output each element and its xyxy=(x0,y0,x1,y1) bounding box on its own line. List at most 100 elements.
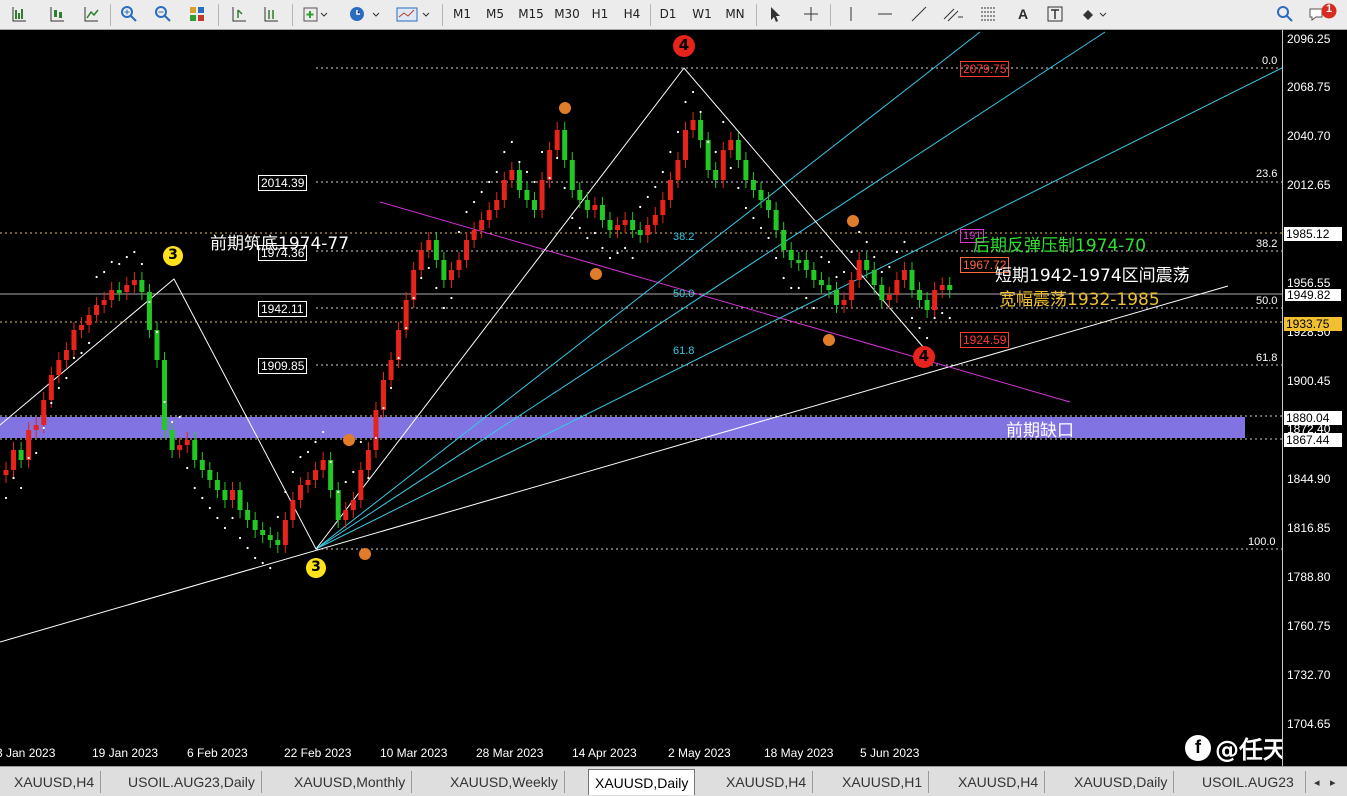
time-label: 28 Mar 2023 xyxy=(476,746,544,760)
tab-usoil-daily[interactable]: USOIL.AUG23,Daily xyxy=(122,771,262,793)
zoom-in-icon[interactable] xyxy=(118,3,140,25)
time-label: 2 May 2023 xyxy=(668,746,731,760)
candle-body xyxy=(426,240,432,250)
tab-xauusd-h4-3[interactable]: XAUUSD,H4 xyxy=(952,771,1046,793)
candlestick-icon[interactable] xyxy=(46,3,68,25)
candle-body xyxy=(297,485,303,500)
sar-dot xyxy=(473,200,476,204)
timeframe-m5[interactable]: M5 xyxy=(481,5,509,23)
sar-dot xyxy=(707,140,710,144)
tab-xauusd-h4[interactable]: XAUUSD,H4 xyxy=(8,771,102,793)
sar-dot xyxy=(412,296,415,300)
timeframe-m15[interactable]: M15 xyxy=(514,5,548,23)
tab-xauusd-daily-2[interactable]: XAUUSD,Daily xyxy=(1068,771,1175,793)
cursor-icon[interactable] xyxy=(764,3,786,25)
tile-windows-icon[interactable] xyxy=(186,3,208,25)
tab-scroll-left-icon[interactable]: ◂ xyxy=(1308,771,1326,793)
candle-body xyxy=(539,180,545,210)
horizontal-line-icon[interactable] xyxy=(874,3,896,25)
fib-236-label: 23.6 xyxy=(1256,168,1278,180)
line-chart-icon[interactable] xyxy=(80,3,102,25)
fib-50-label: 50.0 xyxy=(1256,295,1278,307)
sar-dot xyxy=(578,226,581,230)
sar-dot xyxy=(842,270,846,274)
time-label: 3 Jan 2023 xyxy=(0,746,56,760)
candle-body xyxy=(486,210,492,220)
crosshair-icon[interactable] xyxy=(800,3,822,25)
tab-usoil-2[interactable]: USOIL.AUG23 xyxy=(1196,771,1306,793)
tab-xauusd-weekly[interactable]: XAUUSD,Weekly xyxy=(444,771,565,793)
arrows-icon[interactable] xyxy=(1078,3,1110,25)
candle-body xyxy=(275,540,281,545)
tab-xauusd-daily[interactable]: XAUUSD,Daily xyxy=(588,769,696,795)
fibonacci-icon[interactable] xyxy=(976,3,1002,25)
autoscroll-icon[interactable] xyxy=(260,3,282,25)
chart-area[interactable]: 3 3 4 4 2014.39 1974.36 1942.11 1909.85 … xyxy=(0,30,1311,766)
candle-body xyxy=(343,510,349,520)
wave-3-bottom-label: 3 xyxy=(311,559,321,575)
search-icon[interactable] xyxy=(1274,3,1296,25)
sar-dot xyxy=(186,466,189,470)
notifications-icon[interactable]: 1 xyxy=(1306,3,1340,25)
indicators-icon[interactable] xyxy=(300,3,330,25)
time-label: 19 Jan 2023 xyxy=(92,746,159,760)
bar-chart-icon[interactable] xyxy=(8,3,30,25)
sar-dot xyxy=(722,120,725,124)
text-label-icon[interactable] xyxy=(1044,3,1066,25)
timeframe-m1[interactable]: M1 xyxy=(448,5,476,23)
sar-dot xyxy=(918,326,921,330)
sar-dot xyxy=(933,316,936,320)
price-tag-1880: 1880.04 xyxy=(1284,411,1342,425)
tab-xauusd-h1[interactable]: XAUUSD,H1 xyxy=(836,771,930,793)
sar-dot xyxy=(820,255,823,259)
sar-dot xyxy=(223,526,227,530)
chart-canvas xyxy=(0,31,1282,643)
candle-body xyxy=(464,240,470,260)
text-icon[interactable]: A xyxy=(1012,3,1034,25)
candle-body xyxy=(207,470,213,480)
wave-4-bottom-label: 4 xyxy=(918,347,930,365)
sar-dot xyxy=(533,180,536,184)
periodicity-clock-icon[interactable] xyxy=(346,3,382,25)
timeframe-h1[interactable]: H1 xyxy=(586,5,614,23)
sar-dot xyxy=(95,275,98,279)
tab-scroll-right-icon[interactable]: ▸ xyxy=(1324,771,1342,793)
candle-body xyxy=(932,290,938,310)
sar-dot xyxy=(87,341,91,345)
zoom-out-icon[interactable] xyxy=(152,3,174,25)
price-axis[interactable]: 2096.25 2068.75 2040.70 2012.65 1956.55 … xyxy=(1282,30,1347,766)
candle-body xyxy=(781,230,787,250)
sar-dot xyxy=(4,496,8,500)
candle-body xyxy=(260,530,266,535)
timeframe-h4[interactable]: H4 xyxy=(618,5,646,23)
timeframe-w1[interactable]: W1 xyxy=(688,5,716,23)
sar-dot xyxy=(314,440,317,444)
templates-icon[interactable] xyxy=(394,3,432,25)
sar-dot xyxy=(50,401,53,405)
candle-body xyxy=(79,325,84,330)
candle-body xyxy=(192,440,198,460)
tab-xauusd-monthly[interactable]: XAUUSD,Monthly xyxy=(288,771,413,793)
tab-xauusd-h4-2[interactable]: XAUUSD,H4 xyxy=(720,771,814,793)
timeframe-d1[interactable]: D1 xyxy=(654,5,682,23)
long-trendline xyxy=(0,285,1229,643)
channels-icon[interactable] xyxy=(940,3,966,25)
candle-body xyxy=(841,300,847,305)
timeframe-mn[interactable]: MN xyxy=(720,5,750,23)
sar-dot xyxy=(359,440,362,444)
vertical-line-icon[interactable] xyxy=(840,3,862,25)
sar-dot xyxy=(261,561,264,565)
sar-dot xyxy=(676,130,680,134)
time-axis[interactable]: 3 Jan 2023 19 Jan 2023 6 Feb 2023 22 Feb… xyxy=(0,736,1282,766)
chart-shift-icon[interactable] xyxy=(228,3,250,25)
trendline-icon[interactable] xyxy=(908,3,930,25)
candle-body xyxy=(660,200,666,215)
price-tick: 1732.70 xyxy=(1287,668,1331,682)
candle-body xyxy=(690,120,696,130)
sar-dot xyxy=(337,490,340,494)
sar-dot xyxy=(699,110,702,114)
timeframe-m30[interactable]: M30 xyxy=(550,5,584,23)
candle-body xyxy=(788,250,794,260)
sar-dot xyxy=(125,255,128,259)
sar-dot xyxy=(586,236,589,240)
